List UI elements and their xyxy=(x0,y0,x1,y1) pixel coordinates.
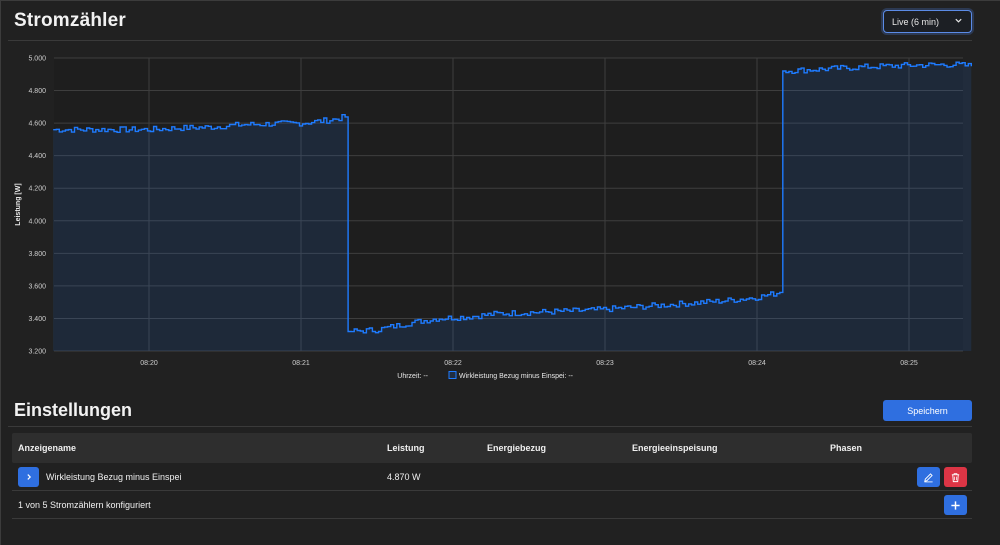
trash-icon xyxy=(951,472,960,482)
expand-row-button[interactable] xyxy=(18,467,39,487)
x-tick-label: 08:20 xyxy=(140,360,158,367)
pencil-icon xyxy=(924,472,933,482)
table-footer-row: 1 von 5 Stromzählern konfiguriert xyxy=(12,491,972,519)
chevron-right-icon xyxy=(26,474,31,480)
column-header-phases: Phasen xyxy=(830,443,863,453)
x-tick-label: 08:25 xyxy=(900,360,918,367)
y-tick-label: 4.600 xyxy=(28,121,46,128)
y-tick-label: 3.600 xyxy=(28,283,46,290)
time-range-select[interactable]: Live (6 min) xyxy=(883,10,972,33)
meter-name: Wirkleistung Bezug minus Einspei xyxy=(46,471,182,482)
y-tick-label: 4.800 xyxy=(28,88,46,95)
meter-count-text: 1 von 5 Stromzählern konfiguriert xyxy=(18,499,151,510)
y-tick-label: 5.000 xyxy=(28,56,46,63)
header-divider xyxy=(8,40,972,41)
meter-power: 4.870 W xyxy=(387,471,421,482)
x-tick-label: 08:23 xyxy=(596,360,614,367)
power-chart: 3.200 3.400 3.600 3.800 4.000 4.200 4.400 4.600… xyxy=(15,56,972,380)
column-header-energy-out: Energieeinspeisung xyxy=(632,443,718,453)
y-tick-label: 4.000 xyxy=(28,218,46,225)
plus-icon xyxy=(951,500,960,510)
delete-button[interactable] xyxy=(944,467,967,487)
legend-x-label: Uhrzeit: -- xyxy=(397,373,428,380)
y-tick-label: 4.200 xyxy=(28,186,46,193)
table-header: Anzeigename Leistung Energiebezug Energi… xyxy=(12,433,972,463)
legend-series-label: Wirkleistung Bezug minus Einspei: -- xyxy=(459,373,574,380)
table-row: Wirkleistung Bezug minus Einspei 4.870 W xyxy=(12,463,972,491)
column-header-energy-in: Energiebezug xyxy=(487,443,547,453)
y-tick-label: 3.400 xyxy=(28,316,46,323)
page-title: Stromzähler xyxy=(14,10,127,31)
y-tick-label: 3.800 xyxy=(28,251,46,258)
chart-legend: Uhrzeit: -- Wirkleistung Bezug minus Eins… xyxy=(397,371,574,380)
y-tick-label: 3.200 xyxy=(28,349,46,356)
save-button[interactable]: Speichern xyxy=(883,400,972,421)
y-axis-label: Leistung [W] xyxy=(15,183,22,225)
x-tick-label: 08:24 xyxy=(748,360,766,367)
x-tick-label: 08:21 xyxy=(292,360,310,367)
edit-button[interactable] xyxy=(917,467,940,487)
meter-table: Anzeigename Leistung Energiebezug Energi… xyxy=(12,433,972,519)
column-header-power: Leistung xyxy=(387,443,425,453)
chevron-down-icon xyxy=(955,18,962,23)
y-tick-label: 4.400 xyxy=(28,153,46,160)
y-tick-labels: 3.200 3.400 3.600 3.800 4.000 4.200 4.400 4.600… xyxy=(28,56,46,356)
add-meter-button[interactable] xyxy=(944,495,967,515)
legend-series-swatch xyxy=(448,371,457,379)
x-tick-label: 08:22 xyxy=(444,360,462,367)
column-header-name: Anzeigename xyxy=(18,443,77,453)
settings-title: Einstellungen xyxy=(14,400,133,420)
time-range-value: Live (6 min) xyxy=(892,16,940,27)
x-tick-labels: 08:20 08:21 08:22 08:23 08:24 08:25 xyxy=(140,360,918,367)
settings-divider xyxy=(8,426,972,427)
